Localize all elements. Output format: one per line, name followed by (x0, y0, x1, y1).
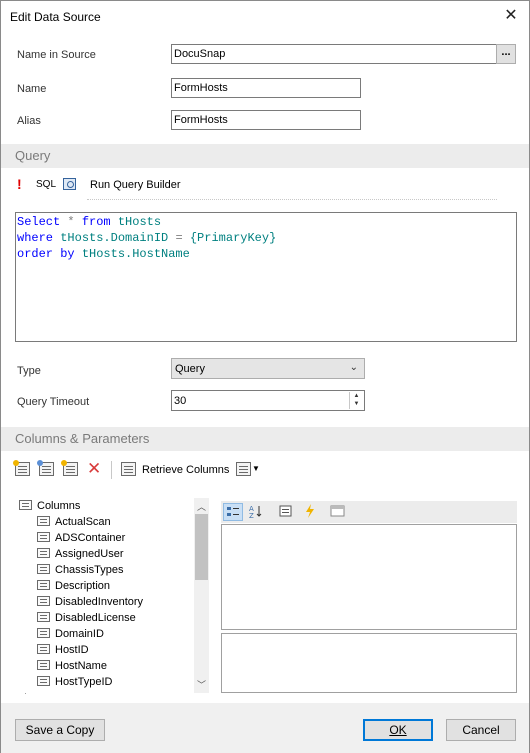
categorized-icon[interactable] (223, 503, 243, 521)
tree-item[interactable]: DisabledLicense (37, 612, 136, 628)
run-query-builder-button[interactable]: Run Query Builder (90, 179, 181, 191)
alphabetical-icon[interactable]: AZ (247, 503, 267, 521)
scroll-up-icon[interactable]: ︿ (194, 500, 209, 513)
tree-item[interactable]: Description (37, 580, 110, 596)
code-line-3: order by tHosts.HostName (17, 247, 190, 261)
code-line-1: Select * from tHosts (17, 215, 162, 229)
add-column-icon[interactable] (13, 460, 30, 476)
add-parameter-icon[interactable] (37, 460, 54, 476)
ok-button[interactable]: OK (363, 719, 433, 741)
alert-icon[interactable]: ! (17, 176, 22, 192)
cancel-button[interactable]: Cancel (446, 719, 516, 741)
save-copy-button[interactable]: Save a Copy (15, 719, 105, 741)
query-timeout-label: Query Timeout (17, 396, 90, 408)
query-timeout-value: 30 (174, 395, 187, 407)
title-bar: Edit Data Source ✕ (1, 1, 529, 31)
tree-item[interactable]: DisabledInventory (37, 596, 143, 612)
column-icon (37, 660, 50, 670)
tree-scrollbar[interactable]: ︿ ﹀ (194, 498, 209, 693)
stepper-buttons: ▲ ▼ (349, 392, 363, 409)
type-label: Type (17, 365, 41, 377)
alias-field[interactable]: FormHosts (171, 110, 361, 130)
retrieve-columns-icon[interactable] (121, 462, 136, 476)
tree-root-columns[interactable]: Columns (19, 500, 80, 516)
toolbar-separator (87, 199, 497, 200)
property-pages-icon[interactable] (329, 503, 349, 521)
sql-editor[interactable]: Select * from tHosts where tHosts.Domain… (15, 212, 517, 342)
dialog-footer: Save a Copy OK Cancel (1, 703, 529, 753)
close-button[interactable]: ✕ (493, 1, 529, 31)
type-select-value: Query (175, 363, 205, 375)
name-label: Name (17, 83, 47, 95)
stepper-down-icon[interactable]: ▼ (350, 400, 363, 408)
column-icon (37, 548, 50, 558)
tree-item[interactable]: ADSContainer (37, 532, 125, 548)
column-icon (37, 676, 50, 686)
edit-data-source-dialog: Edit Data Source ✕ Name in Source DocuSn… (0, 0, 530, 753)
column-icon (37, 564, 50, 574)
tree-item[interactable]: HostName (37, 660, 107, 676)
delete-icon[interactable]: ✕ (87, 459, 101, 479)
property-description (221, 633, 517, 693)
stepper-up-icon[interactable]: ▲ (350, 392, 363, 400)
type-select[interactable]: Query ⌄ (171, 358, 365, 379)
columns-tree[interactable]: Columns ActualScan ADSContainer Assigned… (15, 498, 209, 693)
alias-label: Alias (17, 115, 41, 127)
column-icon (37, 532, 50, 542)
svg-text:Z: Z (249, 512, 254, 519)
query-timeout-stepper[interactable]: 30 ▲ ▼ (171, 390, 365, 411)
column-icon (37, 516, 50, 526)
retrieve-columns-button[interactable]: Retrieve Columns (142, 464, 229, 476)
property-grid-toolbar: AZ (221, 501, 517, 523)
column-icon (37, 628, 50, 638)
scroll-down-icon[interactable]: ﹀ (194, 678, 209, 691)
table-icon (19, 500, 32, 510)
name-in-source-field[interactable]: DocuSnap (171, 44, 497, 64)
column-icon (37, 596, 50, 606)
sql-icon[interactable]: SQL (36, 179, 56, 190)
name-in-source-label: Name in Source (17, 49, 96, 61)
tree-item[interactable]: HostTypeID (37, 676, 112, 692)
scroll-thumb[interactable] (195, 514, 208, 580)
columns-section-header: Columns & Parameters (1, 427, 529, 451)
column-icon (37, 612, 50, 622)
grid-options-icon[interactable] (236, 462, 251, 476)
name-field[interactable]: FormHosts (171, 78, 361, 98)
tree-item[interactable]: ChassisTypes (37, 564, 123, 580)
column-icon (37, 644, 50, 654)
toolbar-divider (111, 461, 112, 479)
properties-icon[interactable] (277, 503, 297, 521)
tree-item[interactable]: ActualScan (37, 516, 111, 532)
property-grid[interactable] (221, 524, 517, 630)
query-builder-icon[interactable] (63, 178, 76, 190)
tree-item[interactable]: HostID (37, 644, 89, 660)
column-icon (37, 580, 50, 590)
tree-item[interactable]: AssignedUser (37, 548, 123, 564)
window-title: Edit Data Source (10, 10, 101, 24)
query-section-header: Query (1, 144, 529, 168)
dropdown-arrow-icon[interactable]: ▼ (252, 464, 260, 473)
chevron-down-icon: ⌄ (349, 362, 358, 373)
events-icon[interactable] (301, 503, 321, 521)
code-line-2: where tHosts.DomainID = {PrimaryKey} (17, 231, 277, 245)
add-calculated-icon[interactable] (61, 460, 78, 476)
tree-item[interactable]: DomainID (37, 628, 104, 644)
browse-source-button[interactable]: ... (496, 44, 516, 64)
